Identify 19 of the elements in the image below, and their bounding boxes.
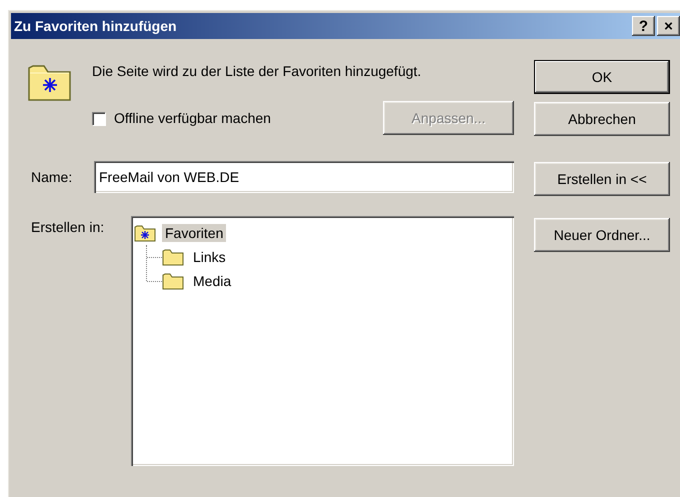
dialog-button[interactable]: Abbrechen [534,102,670,136]
favorites-folder-icon [134,224,156,242]
create-in-label: Erstellen in: [30,218,106,237]
window-title: Zu Favoriten hinzufügen [13,18,177,34]
close-button[interactable]: × [657,16,680,36]
tree-item[interactable]: Links [190,248,229,266]
name-field[interactable]: FreeMail von WEB.DE [94,161,514,193]
tree-item[interactable]: Media [190,272,234,290]
offline-checkbox[interactable] [92,112,105,124]
dialog-button[interactable]: Erstellen in << [534,162,670,196]
help-button[interactable]: ? [632,16,655,36]
tree-item[interactable]: Favoriten [162,224,226,242]
offline-label[interactable]: Offline verfügbar machen [114,110,383,126]
name-label: Name: [30,169,74,185]
dialog-button[interactable]: OK [534,60,670,94]
info-message: Die Seite wird zu der Liste der Favoriten hinzugefügt. [92,63,422,81]
folder-icon [162,272,184,290]
folder-icon [162,248,184,266]
dialog-button[interactable]: Neuer Ordner... [534,218,670,252]
